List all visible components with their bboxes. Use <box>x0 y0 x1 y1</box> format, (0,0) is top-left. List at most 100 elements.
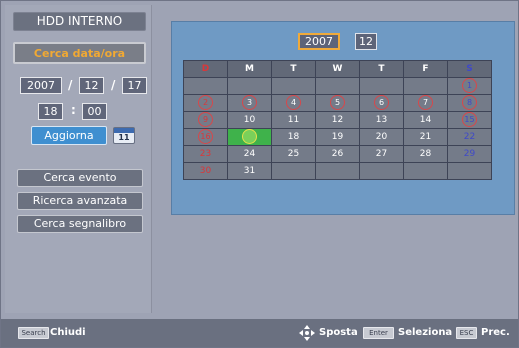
calendar-day-number: 25 <box>287 149 300 159</box>
calendar-day-cell[interactable]: 8 <box>447 94 492 112</box>
close-hint: Chiudi <box>50 327 86 338</box>
calendar-day-cell[interactable]: 29 <box>447 145 492 163</box>
calendar-day-cell[interactable]: 3 <box>227 94 272 112</box>
calendar-day-marked: 17 <box>242 129 257 144</box>
calendar-day-cell[interactable]: 12 <box>315 111 360 129</box>
calendar-empty-cell <box>315 162 360 180</box>
select-hint: Seleziona <box>398 327 453 338</box>
calendar-week-row: 1 <box>183 77 492 95</box>
weekday-header: D <box>183 60 228 78</box>
calendar-day-cell[interactable]: 24 <box>227 145 272 163</box>
calendar-week-row: 23 24 25 26 27 28 29 <box>183 145 492 163</box>
calendar-day-cell[interactable]: 14 <box>403 111 448 129</box>
month-field[interactable]: 12 <box>79 77 104 94</box>
calendar-day-cell[interactable]: 9 <box>183 111 228 129</box>
calendar-day-marked: 15 <box>462 112 477 127</box>
calendar-day-marked: 1 <box>462 78 477 93</box>
calendar-icon[interactable]: 11 <box>113 127 135 144</box>
calendar-empty-cell <box>403 162 448 180</box>
calendar-day-cell[interactable]: 6 <box>359 94 404 112</box>
calendar-day-number: 13 <box>375 115 388 125</box>
calendar-day-number: 10 <box>243 115 256 125</box>
calendar-empty-cell <box>359 162 404 180</box>
calendar-day-marked: 9 <box>198 112 213 127</box>
calendar-day-number: 29 <box>463 149 476 159</box>
weekday-header: W <box>315 60 360 78</box>
year-field[interactable]: 2007 <box>20 77 62 94</box>
calendar-day-cell[interactable]: 25 <box>271 145 316 163</box>
calendar-icon-text: 11 <box>118 133 130 142</box>
calendar-day-number: 21 <box>419 132 432 142</box>
hour-field[interactable]: 18 <box>38 103 63 120</box>
calendar-day-number: 23 <box>199 149 212 159</box>
calendar-day-cell[interactable]: 15 <box>447 111 492 129</box>
minute-field[interactable]: 00 <box>82 103 107 120</box>
calendar-day-number: 18 <box>287 132 300 142</box>
calendar-day-number: 19 <box>331 132 344 142</box>
calendar-day-marked: 2 <box>198 95 213 110</box>
day-field[interactable]: 17 <box>122 77 147 94</box>
calendar-day-number: 31 <box>243 166 256 176</box>
calendar-day-cell[interactable]: 30 <box>183 162 228 180</box>
calendar-week-row: 16 17 18 19 20 21 22 <box>183 128 492 146</box>
calendar-day-cell[interactable]: 28 <box>403 145 448 163</box>
search-event-button[interactable]: Cerca evento <box>17 169 143 187</box>
bookmark-search-button[interactable]: Cerca segnalibro <box>17 215 143 233</box>
calendar-empty-cell <box>271 162 316 180</box>
calendar-day-cell[interactable]: 4 <box>271 94 316 112</box>
calendar-month-field[interactable]: 12 <box>355 33 377 50</box>
calendar-week-row: 30 31 <box>183 162 492 180</box>
search-key-icon: Search <box>18 327 49 339</box>
dpad-arrows-icon <box>299 325 315 341</box>
calendar-day-cell[interactable]: 13 <box>359 111 404 129</box>
calendar-day-number: 20 <box>375 132 388 142</box>
calendar-year-field[interactable]: 2007 <box>298 33 340 50</box>
calendar-panel: 2007 12 D M T W T F S 1 2 3 4 5 6 7 8 9 10 11 12 13 14 15 16 17… <box>171 21 515 215</box>
calendar-day-cell[interactable]: 19 <box>315 128 360 146</box>
weekday-header: S <box>447 60 492 78</box>
calendar-day-cell[interactable]: 26 <box>315 145 360 163</box>
calendar-day-cell[interactable]: 31 <box>227 162 272 180</box>
calendar-empty-cell <box>359 77 404 95</box>
calendar-day-cell[interactable]: 21 <box>403 128 448 146</box>
calendar-week-row: 9 10 11 12 13 14 15 <box>183 111 492 129</box>
calendar-day-number: 24 <box>243 149 256 159</box>
advanced-search-button[interactable]: Ricerca avanzata <box>17 192 143 210</box>
back-hint: Prec. <box>481 327 510 338</box>
move-hint: Sposta <box>319 327 358 338</box>
hdd-internal-button[interactable]: HDD INTERNO <box>13 12 146 31</box>
calendar-day-cell[interactable]: 16 <box>183 128 228 146</box>
weekday-header: T <box>271 60 316 78</box>
esc-key-icon: ESC <box>456 327 477 339</box>
calendar-day-cell[interactable]: 10 <box>227 111 272 129</box>
weekday-header: M <box>227 60 272 78</box>
calendar-week-row: 2 3 4 5 6 7 8 <box>183 94 492 112</box>
calendar-day-cell[interactable]: 5 <box>315 94 360 112</box>
calendar-day-cell[interactable]: 20 <box>359 128 404 146</box>
calendar-day-number: 22 <box>463 132 476 142</box>
calendar-day-number: 28 <box>419 149 432 159</box>
calendar-empty-cell <box>403 77 448 95</box>
bottom-bar: Search Chiudi Sposta Enter Seleziona ESC… <box>1 319 518 347</box>
weekday-header: T <box>359 60 404 78</box>
calendar-day-cell[interactable]: 27 <box>359 145 404 163</box>
calendar-empty-cell <box>271 77 316 95</box>
calendar-day-cell[interactable]: 1 <box>447 77 492 95</box>
date-separator: / <box>111 78 116 92</box>
update-button[interactable]: Aggiorna <box>31 126 107 145</box>
calendar-day-cell[interactable]: 2 <box>183 94 228 112</box>
calendar-day-marked: 8 <box>462 95 477 110</box>
calendar-day-number: 11 <box>287 115 300 125</box>
calendar-day-cell[interactable]: 7 <box>403 94 448 112</box>
search-date-time-tab[interactable]: Cerca data/ora <box>13 42 146 64</box>
calendar-day-cell[interactable]: 22 <box>447 128 492 146</box>
calendar-day-marked: 16 <box>198 129 213 144</box>
calendar-day-cell[interactable]: 23 <box>183 145 228 163</box>
calendar-day-cell[interactable]: 11 <box>271 111 316 129</box>
left-panel: HDD INTERNO Cerca data/ora 2007 / 12 / 1… <box>5 5 152 313</box>
calendar-day-cell[interactable]: 18 <box>271 128 316 146</box>
calendar-day-cell[interactable]: 17 <box>227 128 272 146</box>
weekday-header: F <box>403 60 448 78</box>
calendar-day-marked: 6 <box>374 95 389 110</box>
time-separator: : <box>71 103 76 117</box>
